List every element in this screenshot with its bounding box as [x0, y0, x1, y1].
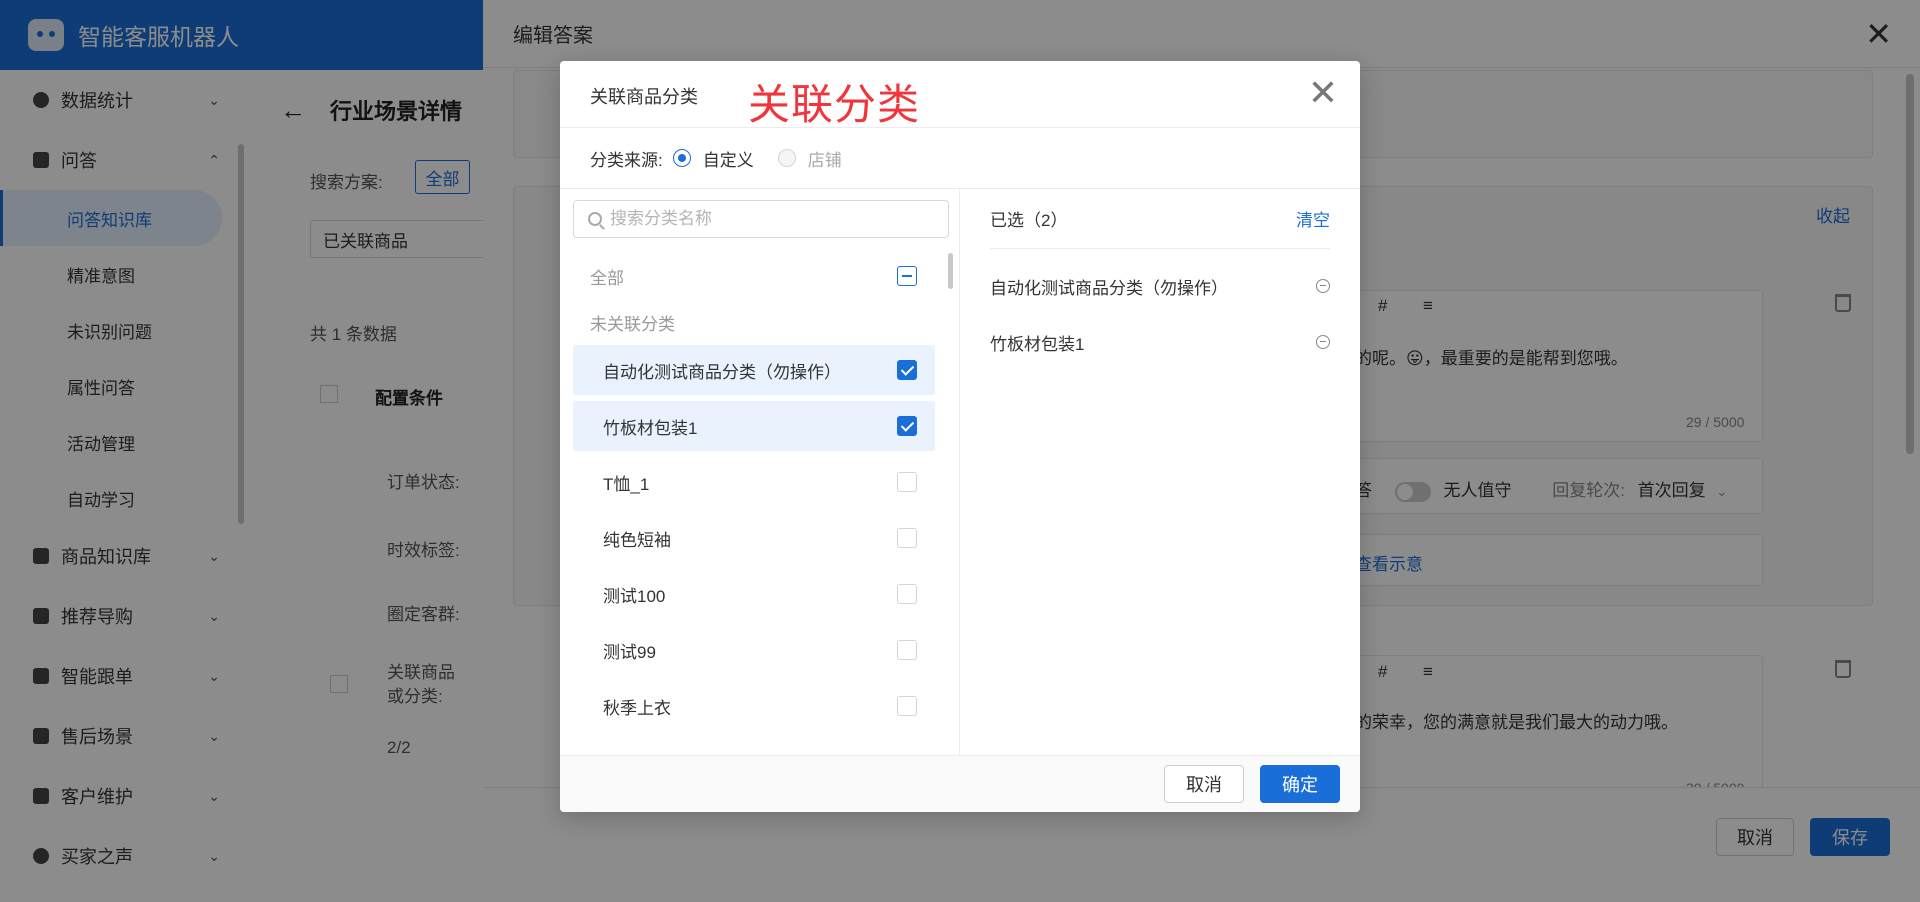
- selected-count: 已选（2）: [990, 211, 1068, 230]
- checkbox[interactable]: [897, 416, 917, 436]
- checkbox[interactable]: [897, 696, 917, 716]
- list-item-label: 自动化测试商品分类（勿操作）: [603, 362, 841, 382]
- remove-icon[interactable]: [1316, 279, 1330, 293]
- selected-item: 竹板材包装1: [990, 317, 1330, 367]
- list-item-category[interactable]: 自动化测试商品分类（勿操作）: [573, 345, 935, 395]
- list-item-category[interactable]: 秋季上衣: [573, 681, 935, 731]
- clear-link[interactable]: 清空: [1296, 206, 1330, 231]
- checkbox[interactable]: [897, 640, 917, 660]
- modal-header: 关联商品分类 关联分类 ✕: [560, 61, 1360, 128]
- source-shop-label[interactable]: 店铺: [808, 146, 842, 171]
- selected-item-label: 自动化测试商品分类（勿操作）: [990, 278, 1228, 298]
- list-item-category[interactable]: 竹板材包装1: [573, 401, 935, 451]
- source-custom-label[interactable]: 自定义: [703, 146, 754, 171]
- list-item-label: 竹板材包装1: [603, 418, 698, 438]
- checkbox[interactable]: [897, 472, 917, 492]
- list-item-label: 测试99: [603, 642, 656, 662]
- radio-shop[interactable]: [777, 149, 796, 167]
- selected-item: 自动化测试商品分类（勿操作）: [990, 261, 1330, 311]
- category-search[interactable]: [573, 200, 949, 238]
- list-item-label: 纯色短袖: [603, 530, 671, 550]
- list-item-category[interactable]: T恤_1: [573, 457, 935, 507]
- checkbox[interactable]: [897, 584, 917, 604]
- list-item-label: 测试100: [603, 586, 666, 606]
- search-icon: [588, 212, 602, 226]
- list-item-label: 未关联分类: [590, 314, 675, 334]
- category-list-panel: 全部 未关联分类 自动化测试商品分类（勿操作） 竹板材包装1 T恤_1 纯色短袖: [560, 189, 960, 755]
- list-item-category[interactable]: 测试99: [573, 625, 935, 675]
- checkbox[interactable]: [897, 528, 917, 548]
- list-item-label: T恤_1: [603, 474, 650, 494]
- search-input[interactable]: [610, 209, 910, 229]
- selected-header: 已选（2） 清空: [990, 189, 1330, 249]
- source-label: 分类来源:: [590, 150, 663, 170]
- link-category-modal: 关联商品分类 关联分类 ✕ 分类来源: 自定义 店铺 全部 未关联分类 自动化测…: [560, 61, 1360, 812]
- modal-footer: 取消 确定: [560, 755, 1360, 812]
- modal-cancel-button[interactable]: 取消: [1164, 765, 1244, 803]
- list-item-category[interactable]: 纯色短袖: [573, 513, 935, 563]
- close-icon[interactable]: ✕: [1308, 75, 1338, 111]
- checkbox[interactable]: [897, 360, 917, 380]
- mask-left: [0, 0, 483, 902]
- radio-custom[interactable]: [672, 149, 691, 167]
- list-item-label: 秋季上衣: [603, 698, 671, 718]
- list-item-all[interactable]: 全部: [573, 251, 935, 301]
- category-list[interactable]: 全部 未关联分类 自动化测试商品分类（勿操作） 竹板材包装1 T恤_1 纯色短袖: [560, 249, 960, 755]
- list-item-unlinked[interactable]: 未关联分类: [573, 297, 935, 347]
- checkbox-all[interactable]: [897, 266, 917, 286]
- selected-item-label: 竹板材包装1: [990, 334, 1085, 354]
- confirm-button[interactable]: 确定: [1260, 765, 1340, 803]
- list-item-label: 全部: [590, 268, 624, 288]
- list-scrollbar[interactable]: [948, 253, 953, 289]
- selected-panel: 已选（2） 清空 自动化测试商品分类（勿操作） 竹板材包装1: [960, 189, 1360, 755]
- remove-icon[interactable]: [1316, 335, 1330, 349]
- modal-title: 关联商品分类: [590, 87, 698, 107]
- annotation-text: 关联分类: [748, 81, 921, 128]
- category-source-row: 分类来源: 自定义 店铺: [560, 128, 1360, 189]
- list-item-category[interactable]: 测试100: [573, 569, 935, 619]
